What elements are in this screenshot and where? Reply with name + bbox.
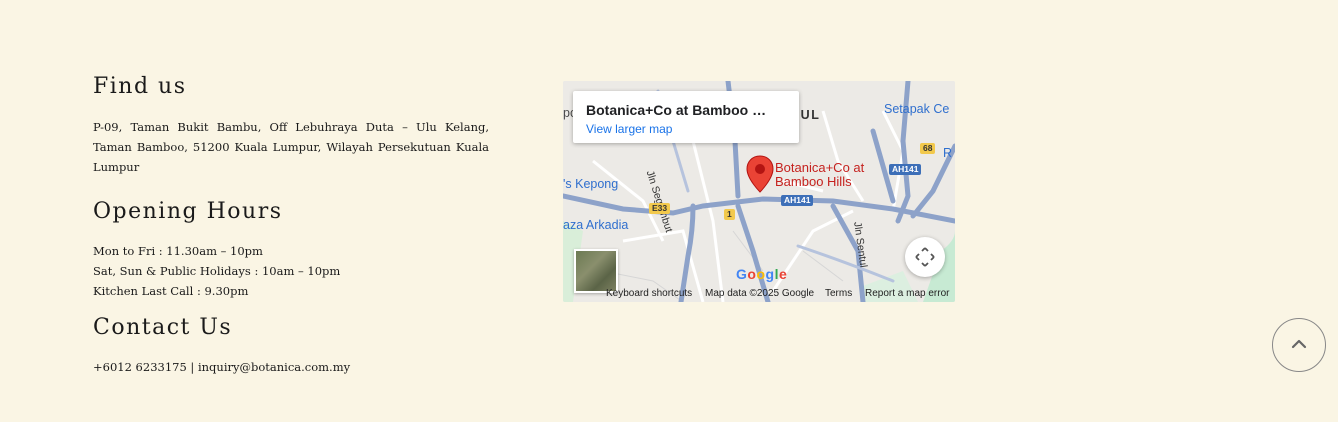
opening-hours-heading: Opening Hours [93,199,283,224]
opening-hours-section: Opening Hours Mon to Fri : 11.30am – 10p… [93,199,489,301]
map-label-edge-right: R [943,146,953,160]
pin-label-line-1: Botanica+Co at [775,160,865,175]
map-label-kepong: 's Kepong [563,177,619,191]
hours-weekday: Mon to Fri : 11.30am – 10pm [93,244,263,258]
move-arrows-icon [915,247,935,267]
scroll-to-top-button[interactable] [1272,318,1326,372]
contact-section: Contact Us +6012 6233175 | inquiry@botan… [93,315,489,377]
hours-weekend: Sat, Sun & Public Holidays : 10am – 10pm [93,264,341,278]
view-larger-map-link[interactable]: View larger map [586,122,672,136]
route-shield-ah141: AH141 [781,195,814,206]
find-us-section: Find us P-09, Taman Bukit Bambu, Off Leb… [93,74,489,177]
google-logo: Google [736,266,788,282]
find-us-heading: Find us [93,74,187,99]
chevron-up-icon [1291,339,1307,349]
hours-kitchen-last-call: Kitchen Last Call : 9.30pm [93,284,249,298]
pin-label-line-2: Bamboo Hills [775,174,852,189]
location-pin-icon[interactable] [746,155,774,197]
google-map-embed[interactable]: pc NTUL Setapak Ce 's Kepong aza Arkadia… [563,81,955,302]
map-camera-control-button[interactable] [905,237,945,277]
contact-heading: Contact Us [93,315,233,340]
contact-line: +6012 6233175 | inquiry@botanica.com.my [93,360,351,374]
report-map-error-link[interactable]: Report a map error [865,288,949,299]
route-shield-ah141: AH141 [889,164,922,175]
map-data-label: Map data ©2025 Google [705,288,815,299]
map-label-arkadia: aza Arkadia [563,218,629,232]
address-text: P-09, Taman Bukit Bambu, Off Lebuhraya D… [93,120,489,174]
route-shield-68: 68 [920,143,936,154]
map-attribution-bar: Keyboard shortcuts Map data ©2025 Google… [563,285,955,302]
keyboard-shortcuts-link[interactable]: Keyboard shortcuts [606,288,692,299]
footer-info: Find us P-09, Taman Bukit Bambu, Off Leb… [93,74,489,377]
place-info-card: Botanica+Co at Bamboo … View larger map [573,91,799,143]
route-shield-e33: E33 [649,203,671,214]
place-card-title: Botanica+Co at Bamboo … [586,102,767,118]
map-label-setapak: Setapak Ce [884,102,950,116]
terms-link[interactable]: Terms [825,288,852,299]
pin-place-label: Botanica+Co at Bamboo Hills [775,161,864,189]
route-shield-1: 1 [724,209,735,220]
